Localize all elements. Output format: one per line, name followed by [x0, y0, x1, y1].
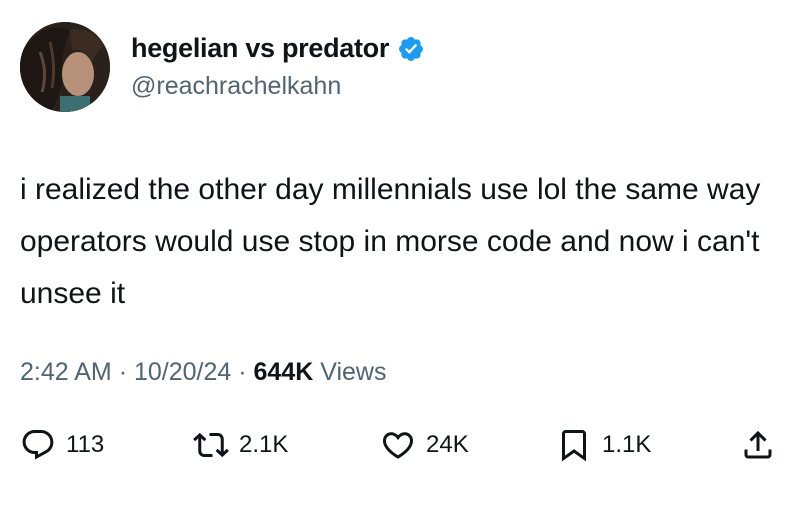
- reply-button[interactable]: 113: [20, 420, 104, 470]
- reply-count: 113: [66, 431, 105, 458]
- retweet-button[interactable]: 2.1K: [193, 420, 288, 470]
- verified-badge-icon: [399, 36, 424, 61]
- like-icon: [382, 432, 414, 459]
- share-icon: [744, 430, 772, 459]
- retweet-count: 2.1K: [239, 431, 289, 458]
- views-label: Views: [320, 358, 387, 386]
- share-button[interactable]: [740, 420, 776, 470]
- author-name-row[interactable]: hegelian vs predator: [131, 33, 425, 64]
- tweet-meta: 2:42 AM · 10/20/24 · 644K Views: [20, 358, 387, 387]
- bookmark-button[interactable]: 1.1K: [556, 420, 651, 470]
- bookmark-count: 1.1K: [602, 431, 652, 458]
- reply-icon: [22, 430, 54, 460]
- author-display-name[interactable]: hegelian vs predator: [131, 33, 389, 64]
- tweet-time[interactable]: 2:42 AM: [20, 358, 112, 386]
- avatar-image: [20, 22, 110, 112]
- tweet-text: i realized the other day millennials use…: [20, 173, 761, 310]
- bookmark-icon: [562, 430, 586, 462]
- action-bar: 113 2.1K 24K 1.1K: [0, 420, 800, 470]
- like-count: 24K: [426, 431, 469, 458]
- tweet-date[interactable]: 10/20/24: [134, 358, 231, 386]
- meta-separator: ·: [238, 358, 247, 386]
- meta-separator: ·: [118, 358, 128, 386]
- views-count: 644K: [253, 358, 314, 386]
- like-button[interactable]: 24K: [380, 420, 469, 470]
- author-handle[interactable]: @reachrachelkahn: [131, 72, 341, 101]
- avatar[interactable]: [20, 22, 110, 112]
- retweet-icon: [193, 432, 229, 458]
